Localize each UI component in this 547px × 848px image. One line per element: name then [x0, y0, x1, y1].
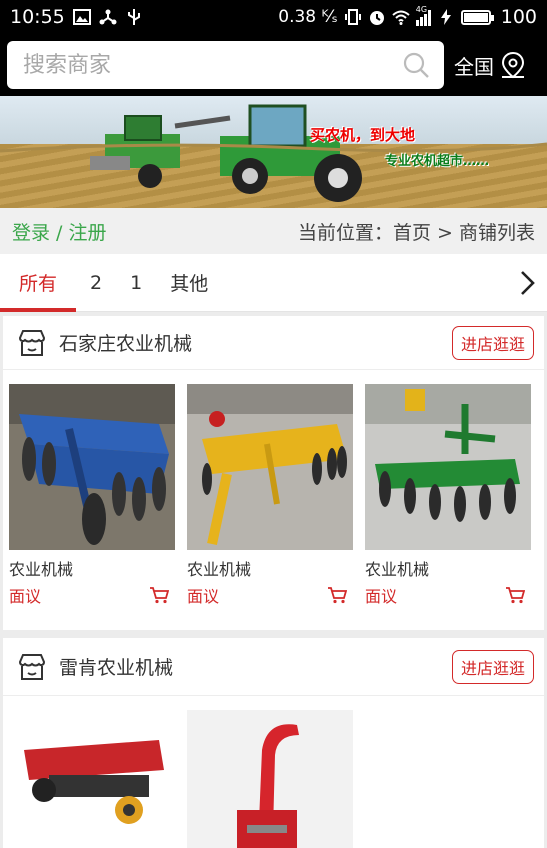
visit-shop-button[interactable]: 进店逛逛: [451, 325, 534, 360]
app-page: 10:55 0.38 ᴷ⁄ₛ 4G 100 搜索商家 全国 买农机，到大地 专业…: [0, 0, 547, 848]
cart-icon[interactable]: [327, 586, 347, 604]
shop-name: 雷肯农业机械: [59, 657, 174, 679]
image-icon: [72, 9, 91, 25]
usb-icon: [127, 9, 140, 25]
product-name: 农业机械: [9, 560, 74, 579]
share-icon: [99, 9, 117, 25]
product-name: 农业机械: [365, 560, 430, 579]
product-list: [3, 696, 544, 848]
product-name: 农业机械: [187, 560, 252, 579]
product-price: 面议: [9, 587, 42, 606]
vibrate-icon: [344, 9, 361, 25]
region-selector[interactable]: 全国: [454, 51, 526, 80]
breadcrumb: 当前位置：首页 > 商铺列表: [298, 221, 535, 244]
tab-all[interactable]: 所有: [0, 254, 76, 312]
network-speed: 0.38 ᴷ⁄ₛ: [278, 7, 338, 27]
status-time: 10:55: [10, 6, 65, 28]
charging-icon: [440, 9, 451, 25]
search-icon[interactable]: [402, 51, 430, 79]
search-header: 全国: [0, 34, 547, 96]
product-image[interactable]: [9, 384, 175, 550]
product-price: 面议: [365, 587, 398, 606]
wifi-icon: [392, 10, 410, 25]
banner-subslogan: 专业农机超市……: [385, 154, 490, 169]
product-image[interactable]: [187, 384, 353, 550]
signal-icon: 4G: [415, 5, 431, 26]
alarm-icon: [369, 11, 384, 25]
product-card[interactable]: 农业机械 面议: [9, 384, 175, 607]
banner-slogan: 买农机，到大地: [310, 126, 416, 144]
shop-header: 石家庄农业机械 进店逛逛: [3, 316, 544, 370]
category-tabs: 所有 2 1 其他: [0, 254, 547, 312]
product-card[interactable]: 农业机械 面议: [365, 384, 531, 607]
search-box[interactable]: [7, 41, 444, 89]
cart-icon[interactable]: [149, 586, 169, 604]
cart-icon[interactable]: [505, 586, 525, 604]
shop-name: 石家庄农业机械: [59, 333, 193, 355]
product-image[interactable]: [365, 384, 531, 550]
product-list: 农业机械 面议 农业机械 面议 农业机械 面议: [3, 370, 544, 607]
shop-card: 雷肯农业机械 进店逛逛: [3, 638, 544, 848]
network-type: 4G: [415, 5, 428, 14]
shop-header: 雷肯农业机械 进店逛逛: [3, 638, 544, 696]
chevron-right-icon: [521, 270, 535, 295]
search-input[interactable]: [23, 52, 402, 78]
tab-1[interactable]: 1: [116, 254, 156, 311]
region-label: 全国: [454, 54, 494, 79]
battery-level: 100: [500, 6, 537, 28]
product-price: 面议: [187, 587, 220, 606]
promo-banner[interactable]: 买农机，到大地 专业农机超市……: [0, 96, 547, 208]
tab-other[interactable]: 其他: [156, 254, 222, 311]
product-card[interactable]: 农业机械 面议: [187, 384, 353, 607]
store-icon: [18, 653, 46, 680]
product-card[interactable]: [187, 710, 353, 848]
status-bar: 10:55 0.38 ᴷ⁄ₛ 4G 100: [0, 0, 547, 34]
shop-card: 石家庄农业机械 进店逛逛 农业机械 面议 农业机械 面议 农业机械 面议: [3, 316, 544, 630]
battery-icon: [460, 9, 494, 25]
breadcrumb-bar: 登录 / 注册 当前位置：首页 > 商铺列表: [0, 208, 547, 254]
location-pin-icon: [501, 51, 525, 79]
tab-2[interactable]: 2: [76, 254, 116, 311]
tabs-next-button[interactable]: [507, 254, 547, 311]
product-image[interactable]: [9, 710, 175, 848]
product-image[interactable]: [187, 710, 353, 848]
visit-shop-button[interactable]: 进店逛逛: [451, 649, 534, 684]
login-register-link[interactable]: 登录 / 注册: [12, 218, 106, 245]
product-card[interactable]: [9, 710, 175, 848]
store-icon: [18, 329, 46, 356]
